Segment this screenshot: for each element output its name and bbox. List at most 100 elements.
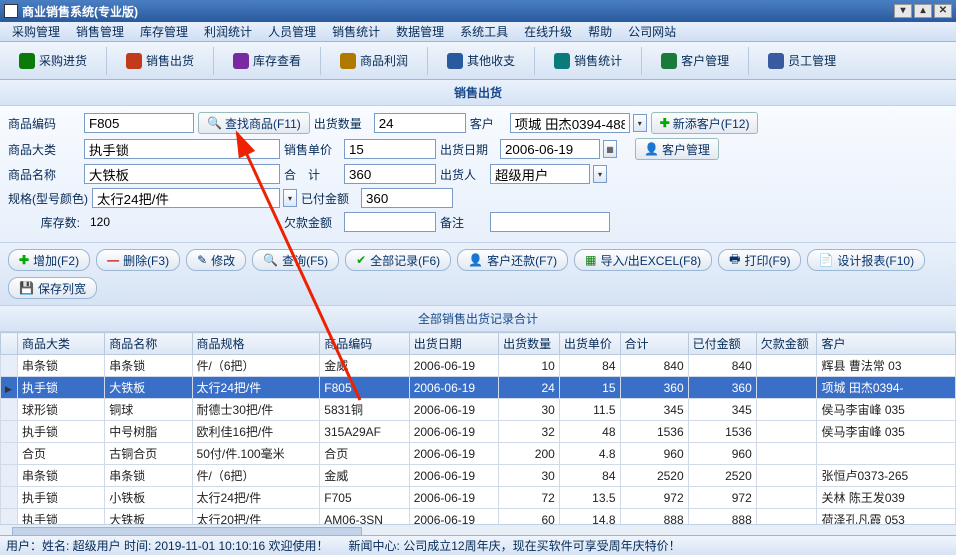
- menu-0[interactable]: 采购管理: [4, 21, 68, 42]
- print-button[interactable]: 🖶打印(F9): [718, 249, 801, 271]
- close-button[interactable]: ✕: [934, 4, 952, 18]
- name-label: 商品名称: [8, 166, 80, 183]
- qty-input[interactable]: [374, 113, 466, 133]
- save-icon: 💾: [19, 281, 34, 295]
- design-report-button[interactable]: 📄设计报表(F10): [807, 249, 925, 271]
- toolbar-7[interactable]: 员工管理: [757, 47, 847, 74]
- save-cols-button[interactable]: 💾保存列宽: [8, 277, 97, 299]
- price-input[interactable]: [344, 139, 436, 159]
- app-icon: [4, 4, 18, 18]
- grid-title: 全部销售出货记录合计: [0, 306, 956, 332]
- customer-manage-button[interactable]: 👤客户管理: [635, 138, 719, 160]
- menu-7[interactable]: 系统工具: [452, 21, 516, 42]
- col-header[interactable]: 出货数量: [499, 333, 560, 355]
- menu-4[interactable]: 人员管理: [260, 21, 324, 42]
- menu-8[interactable]: 在线升级: [516, 21, 580, 42]
- total-input[interactable]: [344, 164, 436, 184]
- new-customer-button[interactable]: ✚新添客户(F12): [651, 112, 759, 134]
- col-header[interactable]: 商品编码: [320, 333, 409, 355]
- col-header[interactable]: 出货单价: [559, 333, 620, 355]
- toolbar-2[interactable]: 库存查看: [222, 47, 312, 74]
- customer-dropdown[interactable]: ▾: [633, 114, 647, 132]
- category-input[interactable]: [84, 139, 280, 159]
- toolbar-1[interactable]: 销售出货: [115, 47, 205, 74]
- toolbar-0[interactable]: 采购进货: [8, 47, 98, 74]
- date-input[interactable]: [500, 139, 600, 159]
- delete-button[interactable]: —删除(F3): [96, 249, 180, 271]
- owe-label: 欠款金额: [284, 214, 340, 231]
- restore-down-button[interactable]: ▾: [894, 4, 912, 18]
- table-row[interactable]: 执手锁大铁板太行20把/件AM06-3SN2006-06-196014.8888…: [1, 509, 956, 525]
- col-header[interactable]: 商品规格: [192, 333, 320, 355]
- date-picker-button[interactable]: ▦: [603, 140, 617, 158]
- spec-input[interactable]: [92, 188, 280, 208]
- search-icon: 🔍: [263, 253, 278, 267]
- col-header[interactable]: 商品大类: [17, 333, 104, 355]
- owe-input[interactable]: [344, 212, 436, 232]
- add-button[interactable]: ✚增加(F2): [8, 249, 90, 271]
- toolbar-icon: [233, 53, 249, 69]
- toolbar-5[interactable]: 销售统计: [543, 47, 633, 74]
- paid-input[interactable]: [361, 188, 453, 208]
- customer-input[interactable]: [510, 113, 630, 133]
- repay-button[interactable]: 👤客户还款(F7): [457, 249, 568, 271]
- table-row[interactable]: 执手锁小铁板太行24把/件F7052006-06-197213.5972972关…: [1, 487, 956, 509]
- action-bar: ✚增加(F2) —删除(F3) ✎修改 🔍查询(F5) ✔全部记录(F6) 👤客…: [0, 243, 956, 306]
- toolbar-icon: [126, 53, 142, 69]
- remark-input[interactable]: [490, 212, 610, 232]
- toolbar-label: 销售出货: [146, 52, 194, 69]
- status-news: 新闻中心: 公司成立12周年庆，现在买软件可享受周年庆特价！: [349, 537, 681, 554]
- menu-9[interactable]: 帮助: [580, 21, 620, 42]
- col-header[interactable]: 商品名称: [105, 333, 192, 355]
- results-table[interactable]: 商品大类商品名称商品规格商品编码出货日期出货数量出货单价合计已付金额欠款金额客户…: [0, 332, 956, 524]
- toolbar-4[interactable]: 其他收支: [436, 47, 526, 74]
- printer-icon: 🖶: [729, 250, 740, 271]
- shipper-input[interactable]: [490, 164, 590, 184]
- minus-icon: —: [107, 253, 119, 267]
- menu-2[interactable]: 库存管理: [132, 21, 196, 42]
- menu-10[interactable]: 公司网站: [620, 21, 684, 42]
- col-header[interactable]: 已付金额: [688, 333, 756, 355]
- table-row[interactable]: 执手锁大铁板太行24把/件F8052006-06-192415360360项城 …: [1, 377, 956, 399]
- sales-form: 商品编码 🔍查找商品(F11) 出货数量 客户 ▾ ✚新添客户(F12) 商品大…: [0, 106, 956, 243]
- table-row[interactable]: 串条锁串条锁件/（6把）金威2006-06-19308425202520张恒卢0…: [1, 465, 956, 487]
- plus-icon: ✚: [660, 116, 670, 130]
- table-row[interactable]: 执手锁中号树脂欧利佳16把/件315A29AF2006-06-193248153…: [1, 421, 956, 443]
- shipper-label: 出货人: [440, 166, 486, 183]
- query-button[interactable]: 🔍查询(F5): [252, 249, 339, 271]
- all-records-button[interactable]: ✔全部记录(F6): [345, 249, 451, 271]
- total-label: 合 计: [284, 166, 340, 183]
- col-header[interactable]: 客户: [817, 333, 956, 355]
- report-icon: 📄: [818, 253, 833, 267]
- find-product-button[interactable]: 🔍查找商品(F11): [198, 112, 310, 134]
- menu-6[interactable]: 数据管理: [388, 21, 452, 42]
- toolbar-6[interactable]: 客户管理: [650, 47, 740, 74]
- name-input[interactable]: [84, 164, 280, 184]
- toolbar-label: 员工管理: [788, 52, 836, 69]
- status-bar: 用户：姓名: 超级用户 时间: 2019-11-01 10:10:16 欢迎使用…: [0, 535, 956, 555]
- minimize-button[interactable]: ▴: [914, 4, 932, 18]
- toolbar-icon: [340, 53, 356, 69]
- col-header[interactable]: 出货日期: [409, 333, 498, 355]
- qty-label: 出货数量: [314, 115, 370, 132]
- toolbar-3[interactable]: 商品利润: [329, 47, 419, 74]
- spec-dropdown[interactable]: ▾: [283, 189, 297, 207]
- status-user: 用户：姓名: 超级用户 时间: 2019-11-01 10:10:16 欢迎使用…: [6, 537, 329, 554]
- table-row[interactable]: 球形锁铜球耐德士30把/件5831铜2006-06-193011.5345345…: [1, 399, 956, 421]
- table-row[interactable]: 合页古铜合页50付/件.100毫米合页2006-06-192004.896096…: [1, 443, 956, 465]
- user-icon: 👤: [468, 253, 483, 267]
- stock-value: 120: [84, 215, 280, 229]
- search-icon: 🔍: [207, 116, 222, 130]
- menu-5[interactable]: 销售统计: [324, 21, 388, 42]
- col-header[interactable]: 欠款金额: [756, 333, 817, 355]
- toolbar-icon: [554, 53, 570, 69]
- table-row[interactable]: 串条锁串条锁件/（6把）金威2006-06-191084840840辉县 曹法常…: [1, 355, 956, 377]
- product-code-input[interactable]: [84, 113, 194, 133]
- section-title: 销售出货: [0, 80, 956, 106]
- col-header[interactable]: 合计: [620, 333, 688, 355]
- excel-button[interactable]: ▦导入/出EXCEL(F8): [574, 249, 712, 271]
- menu-1[interactable]: 销售管理: [68, 21, 132, 42]
- shipper-dropdown[interactable]: ▾: [593, 165, 607, 183]
- menu-3[interactable]: 利润统计: [196, 21, 260, 42]
- edit-button[interactable]: ✎修改: [186, 249, 246, 271]
